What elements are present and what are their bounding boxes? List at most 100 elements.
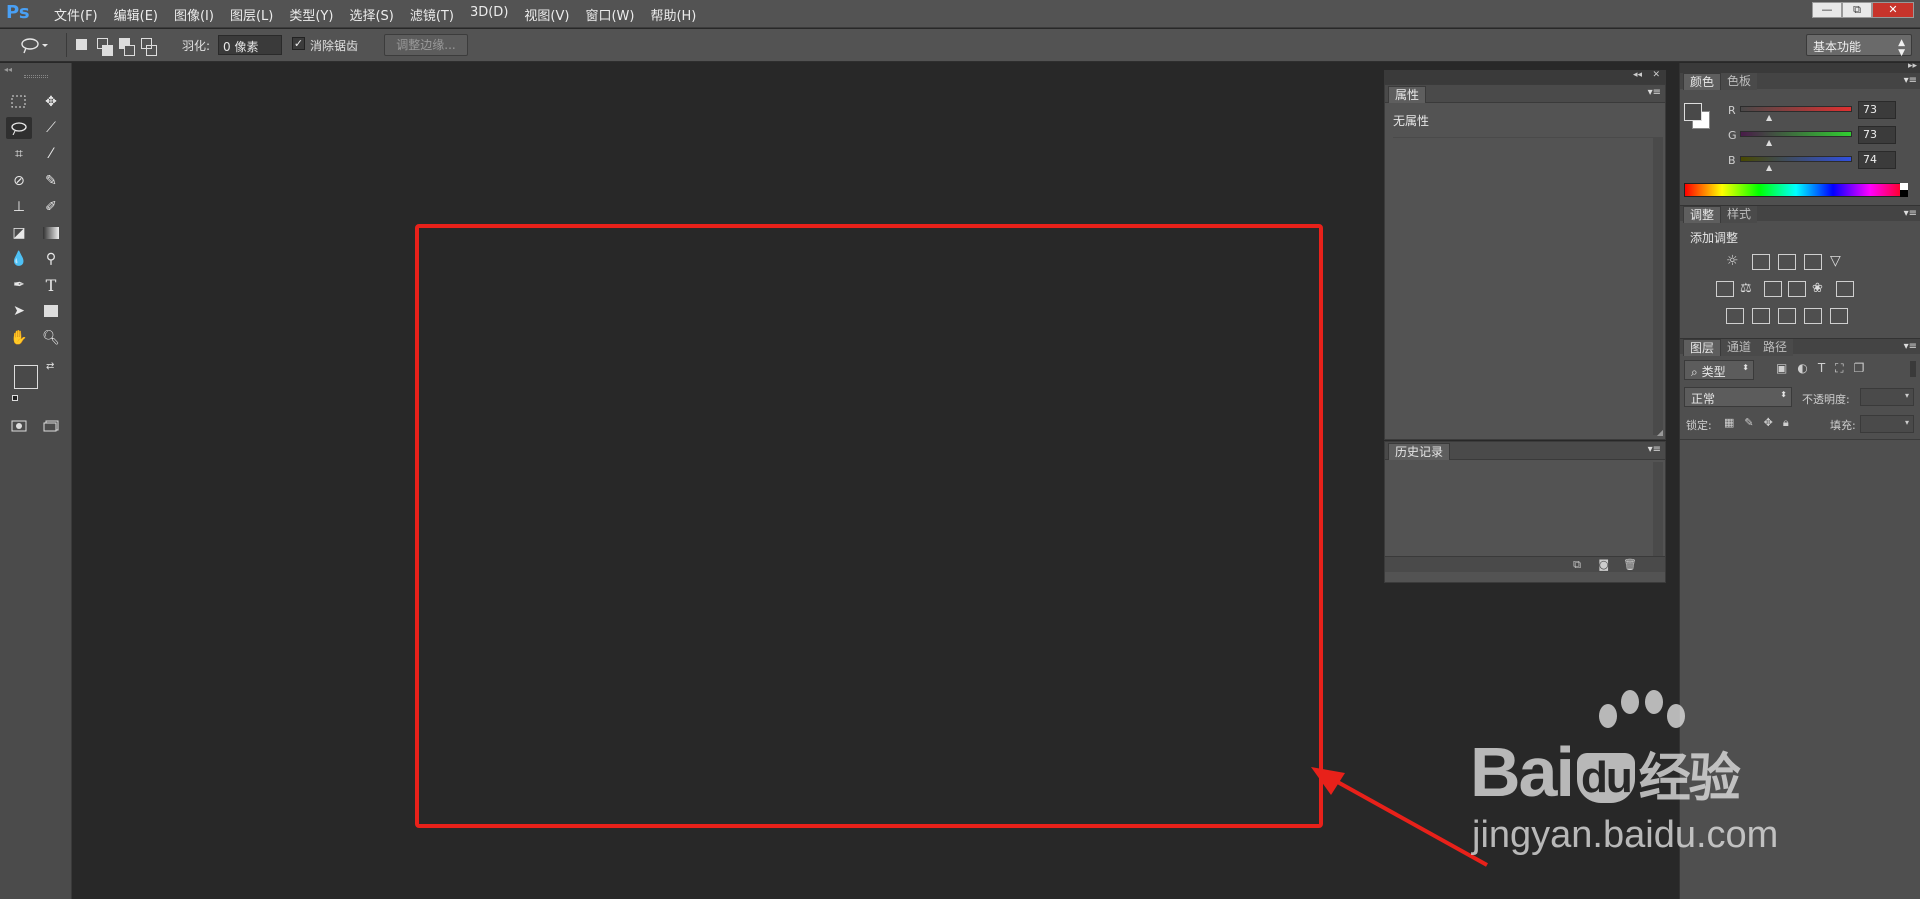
tab-channels[interactable]: 通道 xyxy=(1721,339,1758,356)
lasso-tool-preset-icon[interactable] xyxy=(20,35,48,55)
zoom-tool-icon[interactable]: 🔍︎ xyxy=(38,327,64,349)
channel-b-thumb[interactable]: ▲ xyxy=(1766,163,1772,172)
photo-filter-icon[interactable] xyxy=(1788,281,1806,297)
menu-item-2[interactable]: 图像(I) xyxy=(166,5,222,24)
resize-grip-icon[interactable]: ◢ xyxy=(1657,428,1663,437)
foreground-color-swatch[interactable] xyxy=(1684,103,1702,121)
exposure-icon[interactable] xyxy=(1804,254,1822,270)
tab-color[interactable]: 颜色 xyxy=(1683,73,1722,90)
history-brush-icon[interactable]: ✐ xyxy=(38,196,64,218)
eyedropper-icon[interactable]: ⁄ xyxy=(38,143,64,165)
vibrance-icon[interactable]: ▽ xyxy=(1830,254,1848,270)
black-white-icon[interactable] xyxy=(1764,281,1782,297)
lock-position-icon[interactable]: ✥ xyxy=(1764,416,1773,430)
eraser-icon[interactable]: ◪ xyxy=(6,222,32,244)
move-tool-icon[interactable]: ✥ xyxy=(38,91,64,113)
snapshot-camera-icon[interactable]: ◙ xyxy=(1598,558,1609,571)
channel-r-input[interactable]: 73 xyxy=(1858,101,1896,119)
tab-adjustments[interactable]: 调整 xyxy=(1683,206,1722,223)
intersect-selection-icon[interactable] xyxy=(138,35,158,56)
shape-filter-icon[interactable]: ⛶ xyxy=(1835,361,1843,376)
default-colors-icon[interactable] xyxy=(12,395,22,405)
posterize-icon[interactable] xyxy=(1752,308,1770,324)
menu-item-4[interactable]: 类型(Y) xyxy=(281,5,341,24)
new-document-from-state-icon[interactable]: ⧉ xyxy=(1573,558,1581,572)
pixel-filter-icon[interactable]: ▣ xyxy=(1776,361,1787,376)
dodge-tool-icon[interactable]: ⚲ xyxy=(38,248,64,270)
refine-edge-button[interactable]: 调整边缘... xyxy=(384,34,468,56)
selective-color-icon[interactable] xyxy=(1804,308,1822,324)
menu-item-10[interactable]: 帮助(H) xyxy=(642,5,704,24)
menu-item-3[interactable]: 图层(L) xyxy=(222,5,281,24)
path-select-icon[interactable]: ➤ xyxy=(6,300,32,322)
channel-g-slider[interactable] xyxy=(1740,131,1852,137)
menu-item-6[interactable]: 滤镜(T) xyxy=(402,5,462,24)
collapse-panels-icon[interactable]: ◂◂ xyxy=(1633,70,1642,80)
history-scrollbar[interactable] xyxy=(1653,462,1663,558)
toolbar-grip[interactable] xyxy=(24,75,48,78)
workspace-switcher[interactable]: 基本功能 ▲ ▼ xyxy=(1806,34,1912,58)
spectrum-white-swatch[interactable] xyxy=(1900,183,1908,190)
channel-g-input[interactable]: 73 xyxy=(1858,126,1896,144)
new-selection-icon[interactable] xyxy=(72,35,92,55)
color-spectrum-bar[interactable] xyxy=(1684,183,1908,197)
properties-scrollbar[interactable] xyxy=(1653,137,1663,435)
clone-stamp-icon[interactable]: ⊥ xyxy=(6,196,32,218)
channel-g-thumb[interactable]: ▲ xyxy=(1766,138,1772,147)
trash-icon[interactable]: 🗑︎ xyxy=(1623,558,1637,571)
minimize-button[interactable]: — xyxy=(1812,2,1842,18)
menu-item-9[interactable]: 窗口(W) xyxy=(577,5,642,24)
menu-item-5[interactable]: 选择(S) xyxy=(341,5,401,24)
channel-r-thumb[interactable]: ▲ xyxy=(1766,113,1772,122)
collapse-panels-icon[interactable]: ▸▸ xyxy=(1908,61,1917,71)
threshold-icon[interactable] xyxy=(1778,308,1796,324)
foreground-color-swatch[interactable] xyxy=(14,365,38,389)
rect-marquee-icon[interactable] xyxy=(6,91,32,113)
levels-icon[interactable] xyxy=(1752,254,1770,270)
color-lookup-icon[interactable] xyxy=(1836,281,1854,297)
channel-b-slider[interactable] xyxy=(1740,156,1852,162)
gradient-tool-icon[interactable] xyxy=(38,222,64,244)
color-balance-icon[interactable]: ⚖ xyxy=(1740,281,1758,297)
menu-item-7[interactable]: 3D(D) xyxy=(462,5,516,24)
panel-menu-icon[interactable]: ▾≡ xyxy=(1648,87,1661,98)
curves-icon[interactable] xyxy=(1778,254,1796,270)
pen-tool-icon[interactable]: ✒ xyxy=(6,274,32,296)
brush-tool-icon[interactable]: ✎ xyxy=(38,170,64,192)
healing-brush-icon[interactable]: ⊘ xyxy=(6,170,32,192)
lock-all-icon[interactable]: 🔒︎ xyxy=(1783,416,1789,430)
screen-mode-icon[interactable] xyxy=(38,415,64,437)
opacity-input[interactable]: ▾ xyxy=(1860,388,1914,406)
tab-paths[interactable]: 路径 xyxy=(1757,339,1794,356)
hand-tool-icon[interactable]: ✋ xyxy=(6,327,32,349)
crop-tool-icon[interactable]: ⌗ xyxy=(6,143,32,165)
brightness-icon[interactable]: ☼ xyxy=(1726,254,1744,270)
close-panel-icon[interactable]: ✕ xyxy=(1652,70,1660,80)
spectrum-black-swatch[interactable] xyxy=(1900,190,1908,197)
swap-colors-icon[interactable]: ⇄ xyxy=(46,361,54,372)
lasso-tool-icon[interactable] xyxy=(6,117,32,139)
panel-menu-icon[interactable]: ▾≡ xyxy=(1904,75,1917,86)
tab-swatches[interactable]: 色板 xyxy=(1721,73,1758,90)
smart-object-filter-icon[interactable]: ❐ xyxy=(1854,361,1865,376)
subtract-selection-icon[interactable] xyxy=(116,35,136,56)
antialias-checkbox[interactable]: ✓ xyxy=(292,37,305,50)
channel-b-input[interactable]: 74 xyxy=(1858,151,1896,169)
channel-r-slider[interactable] xyxy=(1740,106,1852,112)
blur-tool-icon[interactable]: 💧 xyxy=(6,248,32,270)
fill-input[interactable]: ▾ xyxy=(1860,415,1914,433)
lock-pixels-icon[interactable]: ✎ xyxy=(1744,416,1753,430)
tab-layers[interactable]: 图层 xyxy=(1683,339,1722,356)
menu-item-1[interactable]: 编辑(E) xyxy=(106,5,166,24)
layer-filter-dropdown[interactable]: ⌕ 类型 ⬍ xyxy=(1684,360,1754,380)
tab-history[interactable]: 历史记录 xyxy=(1388,443,1451,460)
menu-item-0[interactable]: 文件(F) xyxy=(46,5,106,24)
adjustment-filter-icon[interactable]: ◐ xyxy=(1797,361,1807,376)
quick-select-icon[interactable]: ⟋ xyxy=(38,117,64,139)
panel-menu-icon[interactable]: ▾≡ xyxy=(1904,341,1917,352)
invert-icon[interactable] xyxy=(1726,308,1744,324)
rectangle-tool-icon[interactable] xyxy=(38,300,64,322)
restore-button[interactable]: ⧉ xyxy=(1842,2,1872,18)
tab-properties[interactable]: 属性 xyxy=(1388,86,1427,103)
quick-mask-icon[interactable] xyxy=(6,415,32,437)
